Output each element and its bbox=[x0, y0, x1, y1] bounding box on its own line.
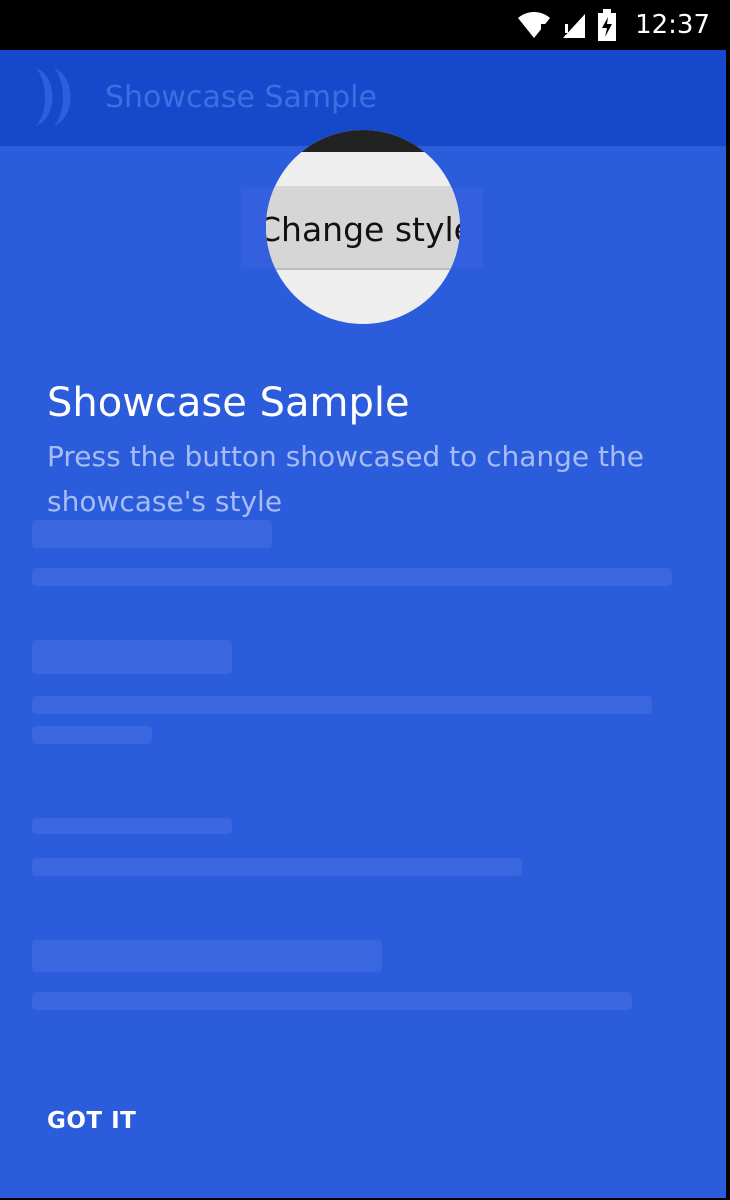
status-bar: 12:37 bbox=[0, 0, 730, 50]
status-icons: 12:37 bbox=[517, 8, 710, 42]
signal-icon bbox=[563, 14, 586, 38]
showcase-title: Showcase Sample bbox=[47, 380, 410, 426]
battery-icon bbox=[598, 9, 617, 41]
got-it-button[interactable]: GOT IT bbox=[47, 1108, 136, 1134]
wifi-icon bbox=[518, 12, 551, 40]
clock: 12:37 bbox=[635, 10, 710, 40]
app-screen: Showcase Sample Change style Showcase Sa… bbox=[0, 0, 726, 1198]
change-style-button[interactable]: Change style bbox=[266, 130, 460, 324]
change-style-label: Change style bbox=[266, 210, 460, 249]
showcase-description: Press the button showcased to change the… bbox=[47, 440, 645, 518]
app-logo-icon bbox=[36, 68, 71, 126]
app-title: Showcase Sample bbox=[105, 80, 377, 115]
